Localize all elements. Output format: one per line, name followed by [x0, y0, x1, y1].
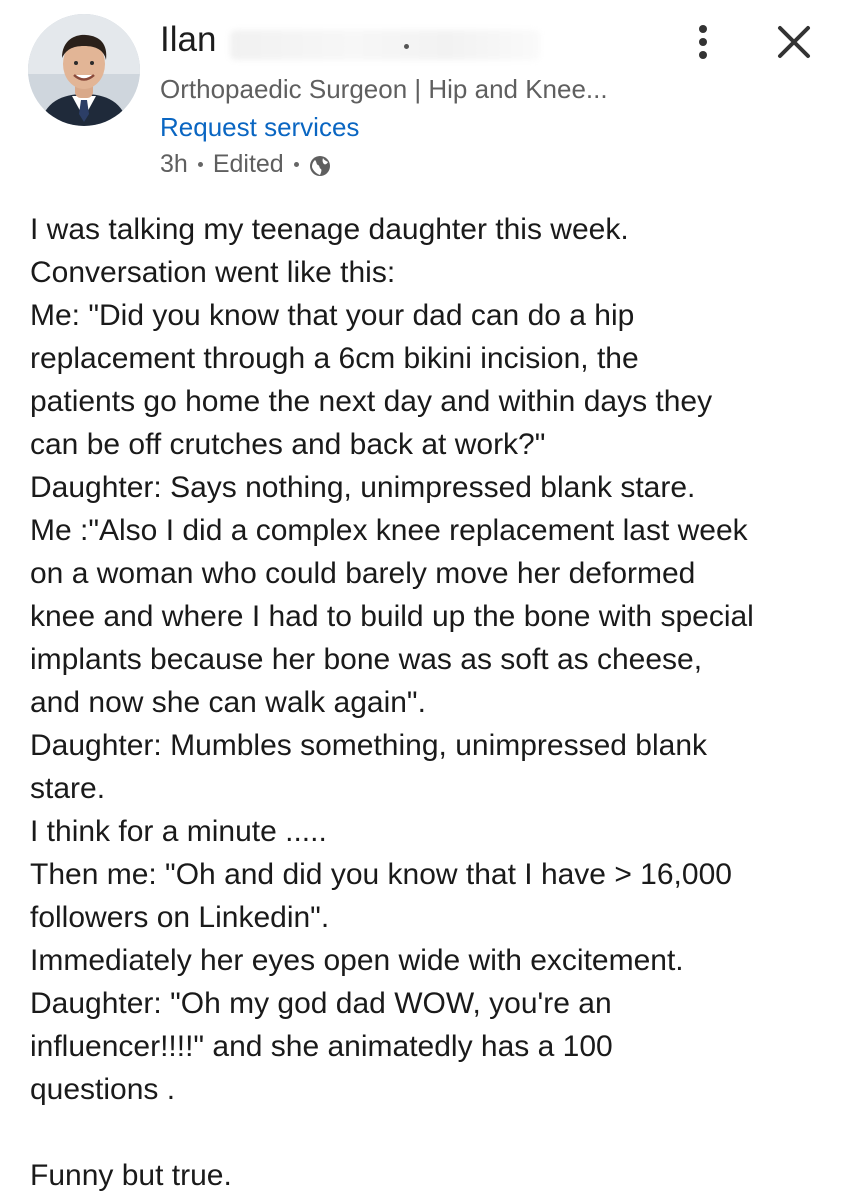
- author-name[interactable]: Ilan: [160, 18, 216, 62]
- post-text-line: Immediately her eyes open wide with exci…: [30, 944, 684, 977]
- post-time: 3h: [160, 150, 188, 178]
- connection-separator-dot: [404, 44, 409, 49]
- meta-separator: [293, 161, 299, 167]
- post-text-line: replacement through a 6cm bikini incisio…: [30, 342, 639, 375]
- post-text-line: Conversation went like this:: [30, 256, 396, 289]
- post-text-line: Me: "Did you know that your dad can do a…: [30, 299, 635, 332]
- edited-label: Edited: [212, 150, 284, 178]
- globe-icon: [309, 153, 331, 176]
- meta-separator: [197, 161, 203, 167]
- post-text-line: I think for a minute .....: [30, 815, 327, 848]
- author-headline: Orthopaedic Surgeon | Hip and Knee...: [160, 74, 608, 104]
- redacted-name-area: [230, 30, 540, 60]
- post-text-line: and now she can walk again".: [30, 686, 426, 719]
- post-text-line: stare.: [30, 772, 106, 805]
- post-text-line: Daughter: Mumbles something, unimpressed…: [30, 729, 708, 762]
- avatar[interactable]: [28, 14, 140, 126]
- post-header: Ilan Orthopaedic Surgeon | Hip and Knee.…: [0, 0, 841, 190]
- vertical-ellipsis-icon[interactable]: [690, 22, 716, 62]
- post-text-line: can be off crutches and back at work?": [30, 428, 546, 461]
- post-text-line: on a woman who could barely move her def…: [30, 557, 696, 590]
- post-text-line: followers on Linkedin".: [30, 901, 330, 934]
- post-meta: 3h Edited: [160, 148, 331, 180]
- post-text-line: influencer!!!!" and she animatedly has a…: [30, 1030, 613, 1063]
- post-text-line: patients go home the next day and within…: [30, 385, 713, 418]
- post-body: I was talking my teenage daughter this w…: [30, 208, 820, 1197]
- post-text-line: knee and where I had to build up the bon…: [30, 600, 754, 633]
- post-text-line: implants because her bone was as soft as…: [30, 643, 703, 676]
- post-text-line: Daughter: "Oh my god dad WOW, you're an: [30, 987, 612, 1020]
- post-text-line: I was talking my teenage daughter this w…: [30, 213, 629, 246]
- post-text-line: questions .: [30, 1073, 176, 1106]
- post-text-line: Daughter: Says nothing, unimpressed blan…: [30, 471, 696, 504]
- post-text-line: Funny but true.: [30, 1159, 232, 1192]
- post-text-line: Then me: "Oh and did you know that I hav…: [30, 858, 732, 891]
- post-text-line: Me :"Also I did a complex knee replaceme…: [30, 514, 748, 547]
- request-services-link[interactable]: Request services: [160, 110, 359, 144]
- profile-photo: [28, 14, 140, 126]
- close-icon[interactable]: [776, 24, 812, 60]
- post-text-line: [30, 1111, 820, 1154]
